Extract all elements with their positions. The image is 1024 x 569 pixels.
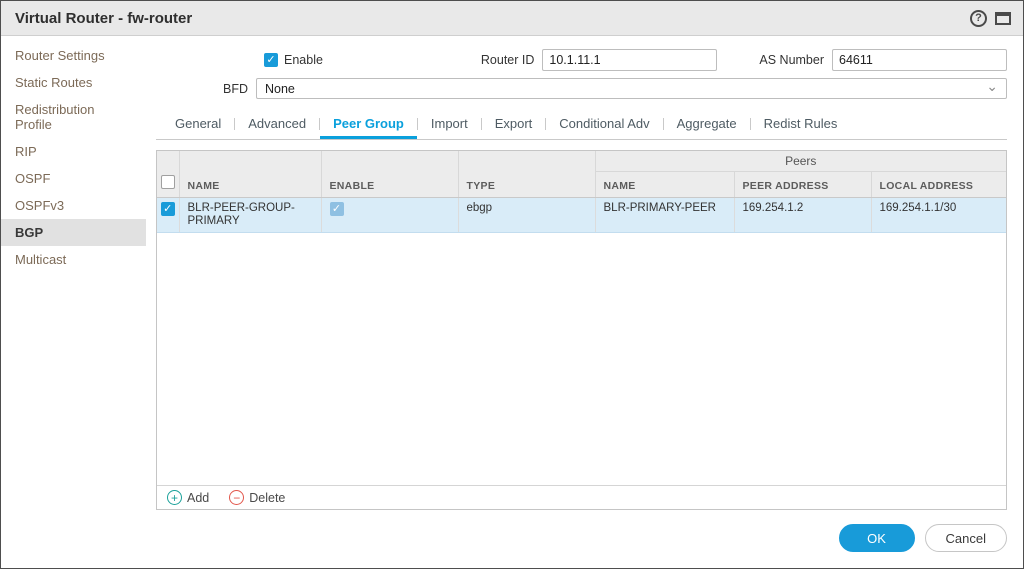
tab-import[interactable]: Import [418, 111, 481, 139]
dialog-body: Router Settings Static Routes Redistribu… [1, 36, 1023, 568]
dialog-title: Virtual Router - fw-router [15, 9, 193, 27]
tab-peer-group[interactable]: Peer Group [320, 111, 417, 139]
check-icon: ✓ [331, 202, 342, 215]
bfd-label: BFD [223, 81, 248, 96]
column-header-type[interactable]: TYPE [458, 151, 596, 198]
table-header-group-row: NAME ENABLE TYPE Peers [157, 151, 1006, 198]
table-empty-area [157, 233, 1006, 485]
table-footer: + Add − Delete [157, 485, 1006, 509]
bfd-select[interactable]: None ⌄ [256, 78, 1007, 99]
tab-redist-rules[interactable]: Redist Rules [751, 111, 851, 139]
cell-peer-address: 169.254.1.2 [734, 197, 872, 233]
virtual-router-dialog: Virtual Router - fw-router ? Router Sett… [0, 0, 1024, 569]
bgp-general-row: ✓ Enable Router ID AS Number [156, 49, 1007, 71]
select-all-checkbox[interactable] [160, 175, 175, 189]
sidebar-item-redistribution-profile[interactable]: Redistribution Profile [1, 96, 146, 138]
sidebar-item-bgp[interactable]: BGP [1, 219, 146, 246]
bfd-row: BFD None ⌄ [156, 78, 1007, 99]
peer-group-grid: NAME ENABLE TYPE Peers NAME PEER ADDRESS… [157, 151, 1006, 233]
tab-general[interactable]: General [162, 111, 234, 139]
cancel-button[interactable]: Cancel [924, 524, 1007, 552]
tab-aggregate[interactable]: Aggregate [664, 111, 750, 139]
add-icon: + [167, 490, 182, 505]
peer-group-table: NAME ENABLE TYPE Peers NAME PEER ADDRESS… [156, 150, 1007, 510]
add-button[interactable]: + Add [167, 490, 209, 505]
delete-icon: − [229, 490, 245, 505]
router-id-label: Router ID [480, 53, 535, 67]
column-header-peer-address[interactable]: PEER ADDRESS [734, 171, 872, 198]
tab-conditional-adv[interactable]: Conditional Adv [546, 111, 662, 139]
column-header-enable[interactable]: ENABLE [321, 151, 459, 198]
delete-button-label: Delete [249, 490, 286, 505]
column-group-header-peers: Peers [595, 151, 1006, 172]
router-id-input[interactable] [542, 49, 718, 71]
cell-type: ebgp [458, 197, 596, 233]
bgp-panel: ✓ Enable Router ID AS Number BFD None ⌄ … [146, 36, 1023, 568]
chevron-down-icon: ⌄ [986, 78, 998, 94]
window-icon[interactable] [995, 11, 1011, 25]
row-checkbox[interactable]: ✓ [160, 202, 175, 216]
sidebar-item-rip[interactable]: RIP [1, 138, 146, 165]
sidebar-item-static-routes[interactable]: Static Routes [1, 69, 146, 96]
check-icon: ✓ [266, 53, 276, 66]
tab-export[interactable]: Export [482, 111, 546, 139]
title-bar: Virtual Router - fw-router ? [1, 1, 1023, 36]
sidebar-item-multicast[interactable]: Multicast [1, 246, 146, 273]
dialog-actions: OK Cancel [156, 510, 1007, 568]
column-header-local-address[interactable]: LOCAL ADDRESS [871, 171, 1006, 198]
delete-button[interactable]: − Delete [229, 490, 285, 505]
row-enable-checkbox[interactable]: ✓ [329, 202, 344, 216]
cell-peer-name: BLR-PRIMARY-PEER [595, 197, 735, 233]
bgp-tabs: General Advanced Peer Group Import Expor… [156, 111, 1007, 140]
column-header-name[interactable]: NAME [179, 151, 322, 198]
add-button-label: Add [187, 490, 210, 505]
sidebar-item-router-settings[interactable]: Router Settings [1, 42, 146, 69]
help-icon[interactable]: ? [970, 9, 987, 27]
enable-checkbox[interactable]: ✓ [264, 53, 278, 67]
check-icon: ✓ [163, 202, 173, 215]
cell-local-address: 169.254.1.1/30 [871, 197, 1006, 233]
sidebar: Router Settings Static Routes Redistribu… [1, 36, 146, 568]
titlebar-icons: ? [970, 9, 1011, 27]
sidebar-item-ospfv3[interactable]: OSPFv3 [1, 192, 146, 219]
enable-label: Enable [284, 53, 323, 67]
tab-advanced[interactable]: Advanced [235, 111, 319, 139]
bfd-selected-value: None [265, 81, 295, 96]
ok-button[interactable]: OK [838, 524, 915, 552]
cell-name: BLR-PEER-GROUP-PRIMARY [179, 197, 322, 233]
as-number-label: AS Number [759, 53, 824, 67]
table-row[interactable]: ✓ BLR-PEER-GROUP-PRIMARY ✓ ebgp BLR-PRIM… [157, 197, 1006, 233]
as-number-input[interactable] [832, 49, 1007, 71]
sidebar-item-ospf[interactable]: OSPF [1, 165, 146, 192]
column-header-peer-name[interactable]: NAME [595, 171, 735, 198]
